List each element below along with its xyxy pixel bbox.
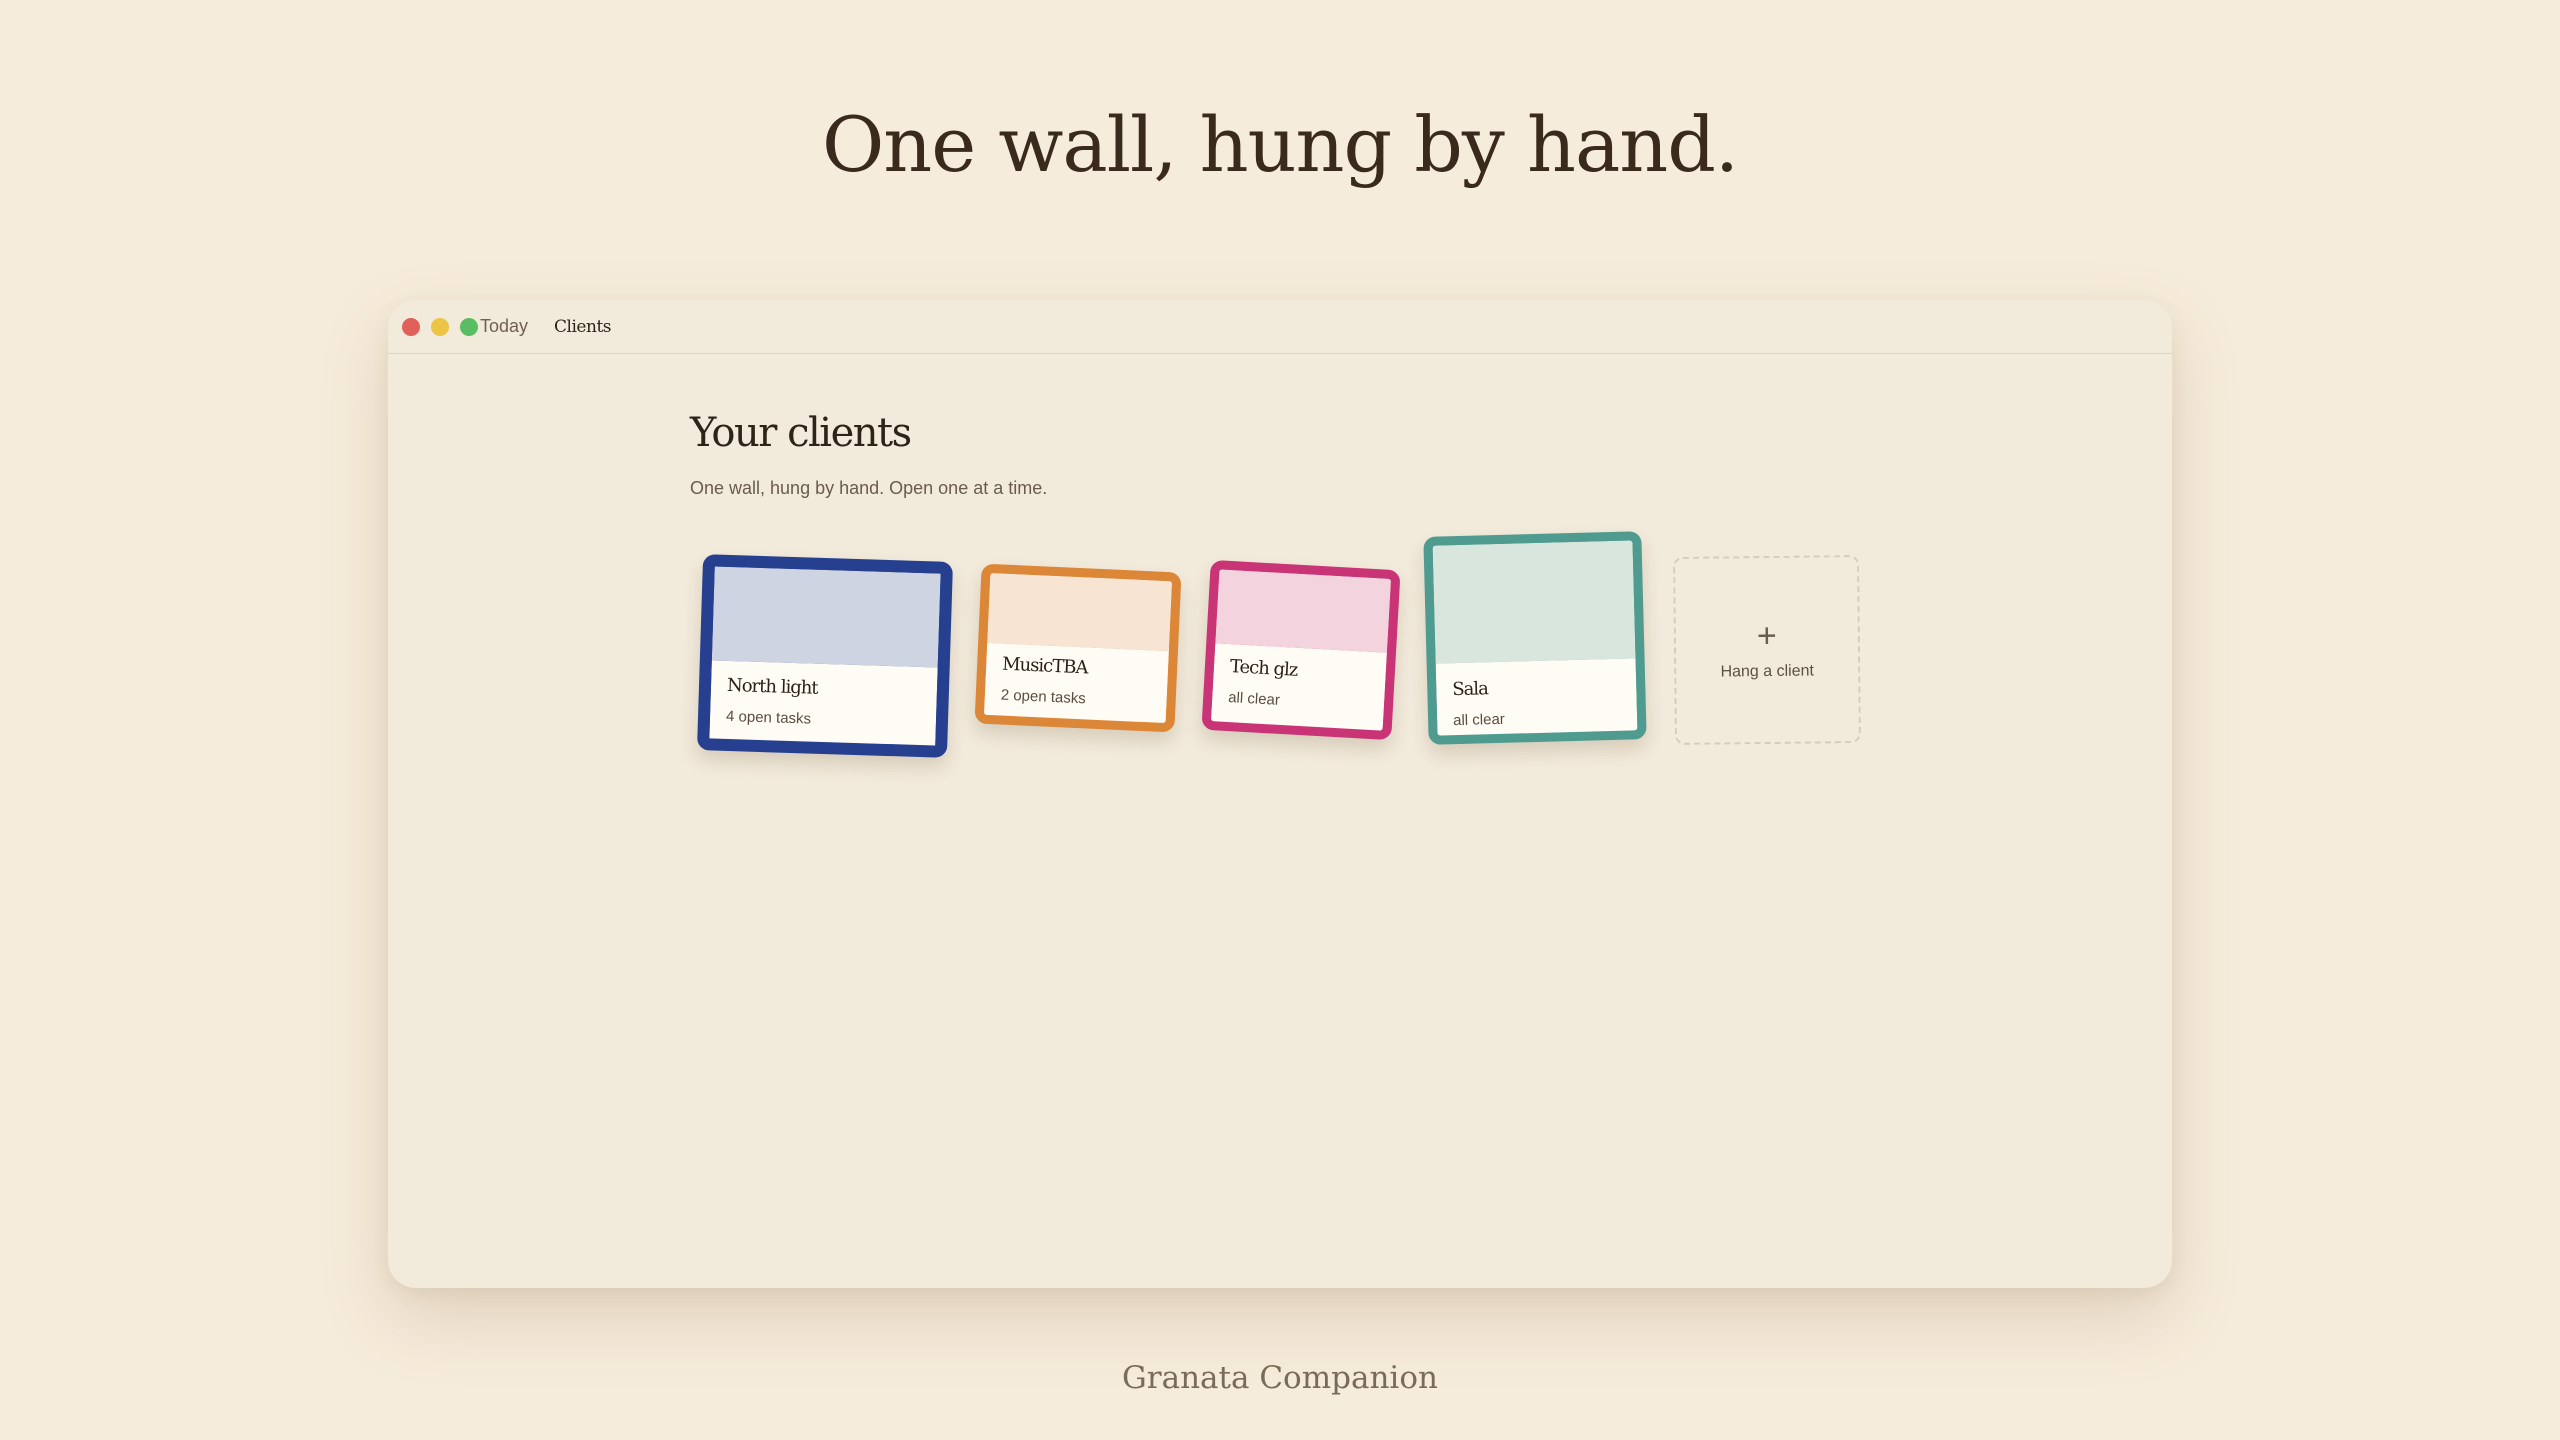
client-name: Sala (1452, 678, 1489, 701)
nav-tab-clients[interactable]: Clients (554, 317, 611, 337)
hang-client-button[interactable]: + Hang a client (1673, 555, 1861, 745)
clients-section: Your clients One wall, hung by hand. Ope… (690, 410, 1047, 499)
client-card-musictba[interactable]: MusicTBA 2 open tasks (974, 563, 1182, 733)
client-card-tech-glz[interactable]: Tech glz all clear (1201, 559, 1401, 741)
minimize-window-button[interactable] (431, 317, 449, 336)
client-cover (711, 566, 941, 668)
client-cover (1432, 540, 1636, 664)
close-window-button[interactable] (402, 317, 420, 336)
title-bar: Today Clients (388, 300, 2172, 354)
zoom-window-button[interactable] (460, 317, 478, 336)
hang-client-label: Hang a client (1720, 662, 1814, 681)
nav-tab-today[interactable]: Today (480, 316, 528, 337)
hero-title: One wall, hung by hand. (821, 100, 1739, 189)
client-cover (1215, 569, 1392, 653)
app-window: Today Clients Your clients One wall, hun… (388, 300, 2172, 1288)
client-name: MusicTBA (1001, 653, 1088, 679)
client-name: North light (726, 674, 818, 699)
client-card-north-light[interactable]: North light 4 open tasks (696, 554, 954, 758)
client-status: all clear (1452, 710, 1506, 730)
client-status: 2 open tasks (1000, 686, 1087, 708)
client-card-sala[interactable]: Sala all clear (1423, 531, 1647, 745)
page-subtitle: One wall, hung by hand. Open one at a ti… (690, 478, 1048, 498)
plus-icon: + (1756, 616, 1777, 656)
client-status: all clear (1227, 689, 1281, 709)
client-name: Tech glz (1229, 656, 1298, 681)
client-status: 4 open tasks (725, 707, 812, 728)
footer-brand: Granata Companion (1122, 1360, 1438, 1396)
page-title: Your clients (690, 410, 912, 456)
client-cover (987, 572, 1173, 652)
